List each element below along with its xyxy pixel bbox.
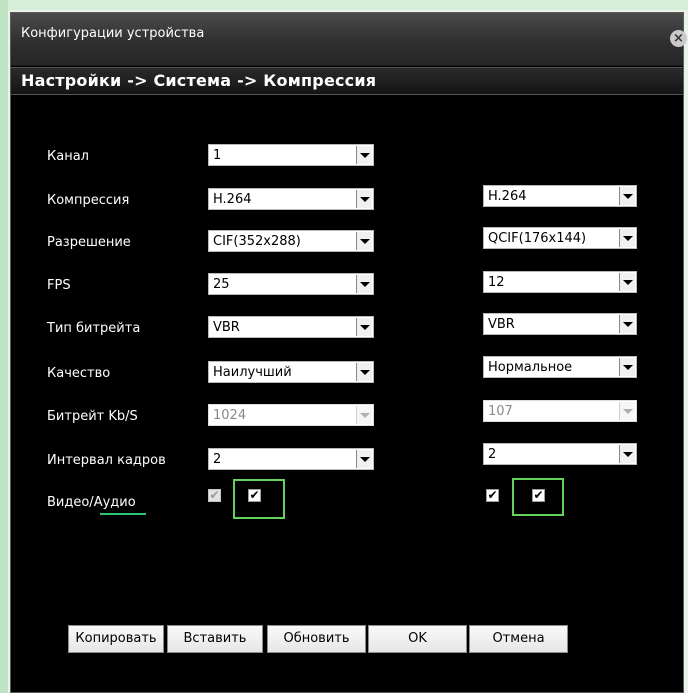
chevron-down-icon [356, 450, 372, 468]
frame-interval-label: Интервал кадров [47, 453, 166, 468]
bitrate-type-label: Тип битрейта [47, 321, 141, 336]
chevron-down-icon [619, 445, 635, 463]
chevron-down-icon [619, 358, 635, 376]
chevron-down-icon [356, 275, 372, 293]
extra-compression-select[interactable]: H.264 [483, 185, 637, 207]
chevron-down-icon [619, 229, 635, 247]
main-audio-checkbox[interactable]: ✔ [248, 489, 261, 502]
extra-quality-value: Нормальное [488, 360, 573, 375]
fps-label: FPS [47, 278, 71, 293]
chevron-down-icon [619, 315, 635, 333]
extra-fps-value: 12 [488, 275, 505, 290]
main-frame-interval-select[interactable]: 2 [208, 448, 374, 470]
refresh-button[interactable]: Обновить [267, 625, 366, 653]
breadcrumb: Настройки -> Система -> Компрессия [11, 67, 683, 95]
video-label: Видео/ [47, 495, 94, 510]
video-audio-label: Видео/Аудио [47, 495, 136, 510]
copy-button[interactable]: Копировать [68, 625, 164, 653]
main-fps-value: 25 [213, 277, 230, 292]
main-frame-interval-value: 2 [213, 452, 222, 467]
chevron-down-icon [619, 402, 635, 420]
main-bitrate-value: 1024 [213, 408, 247, 423]
extra-frame-interval-value: 2 [488, 447, 497, 462]
channel-select[interactable]: 1 [208, 144, 374, 166]
extra-bitrate-type-value: VBR [488, 317, 515, 332]
close-icon[interactable]: × [670, 30, 687, 47]
device-config-window: Конфигурации устройства × Настройки -> С… [10, 12, 687, 693]
cancel-button[interactable]: Отмена [469, 625, 568, 653]
audio-label-underline [100, 513, 146, 515]
chevron-down-icon [356, 363, 372, 381]
extra-audio-checkbox[interactable]: ✔ [532, 489, 545, 502]
compression-label: Компрессия [47, 193, 130, 208]
background-strip-top [0, 0, 688, 10]
chevron-down-icon [356, 406, 372, 424]
extra-bitrate-type-select[interactable]: VBR [483, 313, 637, 335]
breadcrumb-text: Настройки -> Система -> Компрессия [21, 71, 377, 90]
window-title: Конфигурации устройства [21, 26, 205, 41]
chevron-down-icon [356, 146, 372, 164]
extra-video-checkbox[interactable]: ✔ [486, 489, 499, 502]
main-quality-value: Наилучший [213, 365, 292, 380]
channel-label: Канал [47, 149, 89, 164]
extra-quality-select[interactable]: Нормальное [483, 356, 637, 378]
chevron-down-icon [356, 232, 372, 250]
main-bitrate-type-select[interactable]: VBR [208, 316, 374, 338]
main-video-checkbox: ✔ [208, 488, 221, 502]
chevron-down-icon [619, 273, 635, 291]
bitrate-label: Битрейт Kb/S [47, 409, 138, 424]
background-strip-left [0, 0, 8, 693]
main-resolution-value: CIF(352x288) [213, 234, 301, 249]
extra-frame-interval-select[interactable]: 2 [483, 443, 637, 465]
audio-label: Аудио [93, 495, 136, 510]
ok-button[interactable]: OK [368, 625, 467, 653]
extra-resolution-value: QCIF(176x144) [488, 231, 587, 246]
paste-button[interactable]: Вставить [167, 625, 263, 653]
quality-label: Качество [47, 366, 111, 381]
channel-value: 1 [213, 148, 222, 163]
main-compression-value: H.264 [213, 192, 252, 207]
chevron-down-icon [619, 187, 635, 205]
chevron-down-icon [356, 190, 372, 208]
extra-compression-value: H.264 [488, 189, 527, 204]
chevron-down-icon [356, 318, 372, 336]
main-bitrate-type-value: VBR [213, 320, 240, 335]
resolution-label: Разрешение [47, 235, 131, 250]
main-resolution-select[interactable]: CIF(352x288) [208, 230, 374, 252]
main-bitrate-select: 1024 [208, 404, 374, 426]
title-bar[interactable]: Конфигурации устройства × [11, 13, 687, 66]
main-compression-select[interactable]: H.264 [208, 188, 374, 210]
extra-bitrate-value: 107 [488, 404, 513, 419]
extra-bitrate-select: 107 [483, 400, 637, 422]
main-quality-select[interactable]: Наилучший [208, 361, 374, 383]
extra-resolution-select[interactable]: QCIF(176x144) [483, 227, 637, 249]
main-fps-select[interactable]: 25 [208, 273, 374, 295]
extra-fps-select[interactable]: 12 [483, 271, 637, 293]
